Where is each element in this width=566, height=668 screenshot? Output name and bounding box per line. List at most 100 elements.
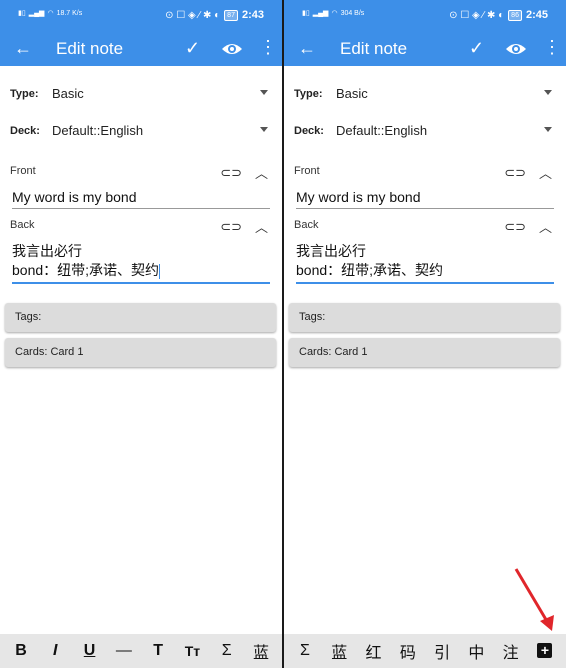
left-screen: ▮▯ ▂▄▆ ◠ 18.7 K/s ⊙ ☐ ◈ ∕ ✱ ◐ 87 2:43 ← … bbox=[0, 0, 282, 668]
status-icons: ⊙ ☐ ◈ ∕ ✱ ◐ bbox=[449, 9, 505, 21]
front-underline bbox=[12, 208, 270, 209]
underline-button[interactable]: U bbox=[75, 642, 105, 660]
title-button[interactable]: T bbox=[143, 642, 173, 660]
signal-bars-icon: ▂▄▆ bbox=[28, 10, 45, 17]
custom-code-button[interactable]: 码 bbox=[393, 639, 423, 663]
back-line-1: 我言出必行 bbox=[296, 243, 366, 259]
back-line-1: 我言出必行 bbox=[12, 243, 82, 259]
back-field-header: Back ⊂⊃ ︿ bbox=[294, 219, 554, 235]
preview-eye-icon[interactable] bbox=[505, 38, 527, 60]
format-toolbar: Σ 蓝 红 码 引 中 注 + bbox=[284, 634, 566, 668]
text-cursor bbox=[159, 263, 161, 279]
cards-button[interactable]: Cards: Card 1 bbox=[289, 338, 560, 367]
italic-button[interactable]: I bbox=[40, 642, 70, 660]
chevron-up-icon[interactable]: ︿ bbox=[539, 163, 552, 182]
tags-button[interactable]: Tags: bbox=[5, 303, 276, 332]
cards-button[interactable]: Cards: Card 1 bbox=[5, 338, 276, 367]
type-value: Basic bbox=[52, 86, 84, 101]
back-line-2: bond：纽带;承诺、契约 bbox=[12, 262, 160, 278]
dropdown-caret-icon bbox=[544, 127, 552, 132]
bold-button[interactable]: B bbox=[6, 642, 36, 660]
add-toolbar-item-button[interactable]: + bbox=[530, 642, 560, 660]
wifi-icon: ◠ bbox=[47, 10, 54, 17]
chevron-up-icon[interactable]: ︿ bbox=[255, 217, 268, 236]
status-left: ▮▯ ▂▄▆ ◠ 18.7 K/s bbox=[18, 9, 83, 18]
attachment-icon[interactable]: ⊂⊃ bbox=[504, 165, 526, 181]
type-label: Type: bbox=[10, 88, 39, 100]
front-label: Front bbox=[10, 165, 36, 177]
front-underline bbox=[296, 208, 554, 209]
chevron-up-icon[interactable]: ︿ bbox=[255, 163, 268, 182]
dropdown-caret-icon bbox=[260, 127, 268, 132]
page-title: Edit note bbox=[340, 39, 408, 58]
network-speed: 304 B/s bbox=[340, 9, 365, 17]
deck-label: Deck: bbox=[10, 125, 40, 137]
signal-bars-icon: ▂▄▆ bbox=[312, 10, 329, 17]
format-toolbar: B I U — T Tт Σ 蓝 bbox=[0, 634, 282, 668]
status-bar: ▮▯ ▂▄▆ ◠ 18.7 K/s ⊙ ☐ ◈ ∕ ✱ ◐ 87 2:43 bbox=[0, 0, 282, 32]
save-check-icon[interactable]: ✓ bbox=[185, 38, 200, 58]
front-field[interactable]: My word is my bond bbox=[12, 188, 270, 207]
sim-signal-icon: ▮▯ bbox=[18, 10, 26, 17]
back-field[interactable]: 我言出必行 bond：纽带;承诺、契约 bbox=[12, 242, 270, 280]
custom-quote-button[interactable]: 引 bbox=[427, 639, 457, 663]
back-field-header: Back ⊂⊃ ︿ bbox=[10, 219, 270, 235]
deck-row[interactable]: Deck: Default::English bbox=[10, 121, 268, 143]
status-icons: ⊙ ☐ ◈ ∕ ✱ ◐ bbox=[165, 9, 221, 21]
back-arrow-icon[interactable]: ← bbox=[14, 38, 32, 58]
dropdown-caret-icon bbox=[544, 90, 552, 95]
wifi-icon: ◠ bbox=[331, 10, 338, 17]
status-time: 2:45 bbox=[525, 9, 548, 21]
back-label: Back bbox=[10, 219, 35, 231]
save-check-icon[interactable]: ✓ bbox=[469, 38, 484, 58]
dropdown-caret-icon bbox=[260, 90, 268, 95]
mathjax-button[interactable]: Σ bbox=[212, 642, 242, 660]
app-bar: ← Edit note ✓ ⋮ bbox=[284, 32, 566, 66]
app-bar: ← Edit note ✓ ⋮ bbox=[0, 32, 282, 66]
status-bar: ▮▯ ▂▄▆ ◠ 304 B/s ⊙ ☐ ◈ ∕ ✱ ◐ 86 2:45 bbox=[284, 0, 566, 32]
network-speed: 18.7 K/s bbox=[56, 9, 83, 17]
back-line-2: bond：纽带;承诺、契约 bbox=[296, 262, 444, 278]
preview-eye-icon[interactable] bbox=[221, 38, 243, 60]
custom-blue-button[interactable]: 蓝 bbox=[324, 639, 354, 663]
back-line-2-wrap: bond：纽带;承诺、契约 bbox=[12, 261, 270, 280]
type-row[interactable]: Type: Basic bbox=[294, 84, 552, 106]
custom-center-button[interactable]: 中 bbox=[461, 639, 491, 663]
status-time: 2:43 bbox=[241, 9, 264, 21]
chevron-up-icon[interactable]: ︿ bbox=[539, 217, 552, 236]
type-label: Type: bbox=[294, 88, 323, 100]
deck-value: Default::English bbox=[336, 123, 428, 138]
front-label: Front bbox=[294, 165, 320, 177]
custom-note-button[interactable]: 注 bbox=[496, 639, 526, 663]
battery-indicator: 86 bbox=[508, 9, 522, 21]
page-title: Edit note bbox=[56, 39, 124, 58]
back-underline-active bbox=[12, 282, 270, 284]
back-arrow-icon[interactable]: ← bbox=[298, 38, 316, 58]
back-label: Back bbox=[294, 219, 319, 231]
plus-icon: + bbox=[537, 643, 553, 658]
more-vert-icon[interactable]: ⋮ bbox=[543, 37, 561, 57]
back-underline-active bbox=[296, 282, 554, 284]
type-row[interactable]: Type: Basic bbox=[10, 84, 268, 106]
attachment-icon[interactable]: ⊂⊃ bbox=[504, 219, 526, 235]
deck-row[interactable]: Deck: Default::English bbox=[294, 121, 552, 143]
custom-blue-button[interactable]: 蓝 bbox=[246, 639, 276, 663]
deck-label: Deck: bbox=[294, 125, 324, 137]
annotation-arrow-icon bbox=[514, 568, 554, 631]
font-size-button[interactable]: Tт bbox=[177, 643, 207, 659]
status-left: ▮▯ ▂▄▆ ◠ 304 B/s bbox=[302, 9, 365, 18]
horizontal-rule-button[interactable]: — bbox=[109, 642, 139, 660]
tags-button[interactable]: Tags: bbox=[289, 303, 560, 332]
front-field-header: Front ⊂⊃ ︿ bbox=[10, 165, 270, 181]
back-field[interactable]: 我言出必行 bond：纽带;承诺、契约 bbox=[296, 242, 554, 280]
status-right: ⊙ ☐ ◈ ∕ ✱ ◐ 86 2:45 bbox=[449, 9, 548, 21]
attachment-icon[interactable]: ⊂⊃ bbox=[220, 165, 242, 181]
mathjax-button[interactable]: Σ bbox=[290, 642, 320, 660]
status-right: ⊙ ☐ ◈ ∕ ✱ ◐ 87 2:43 bbox=[165, 9, 264, 21]
front-field[interactable]: My word is my bond bbox=[296, 188, 554, 207]
custom-red-button[interactable]: 红 bbox=[359, 639, 389, 663]
more-vert-icon[interactable]: ⋮ bbox=[259, 37, 277, 57]
front-field-header: Front ⊂⊃ ︿ bbox=[294, 165, 554, 181]
battery-indicator: 87 bbox=[224, 9, 238, 21]
attachment-icon[interactable]: ⊂⊃ bbox=[220, 219, 242, 235]
